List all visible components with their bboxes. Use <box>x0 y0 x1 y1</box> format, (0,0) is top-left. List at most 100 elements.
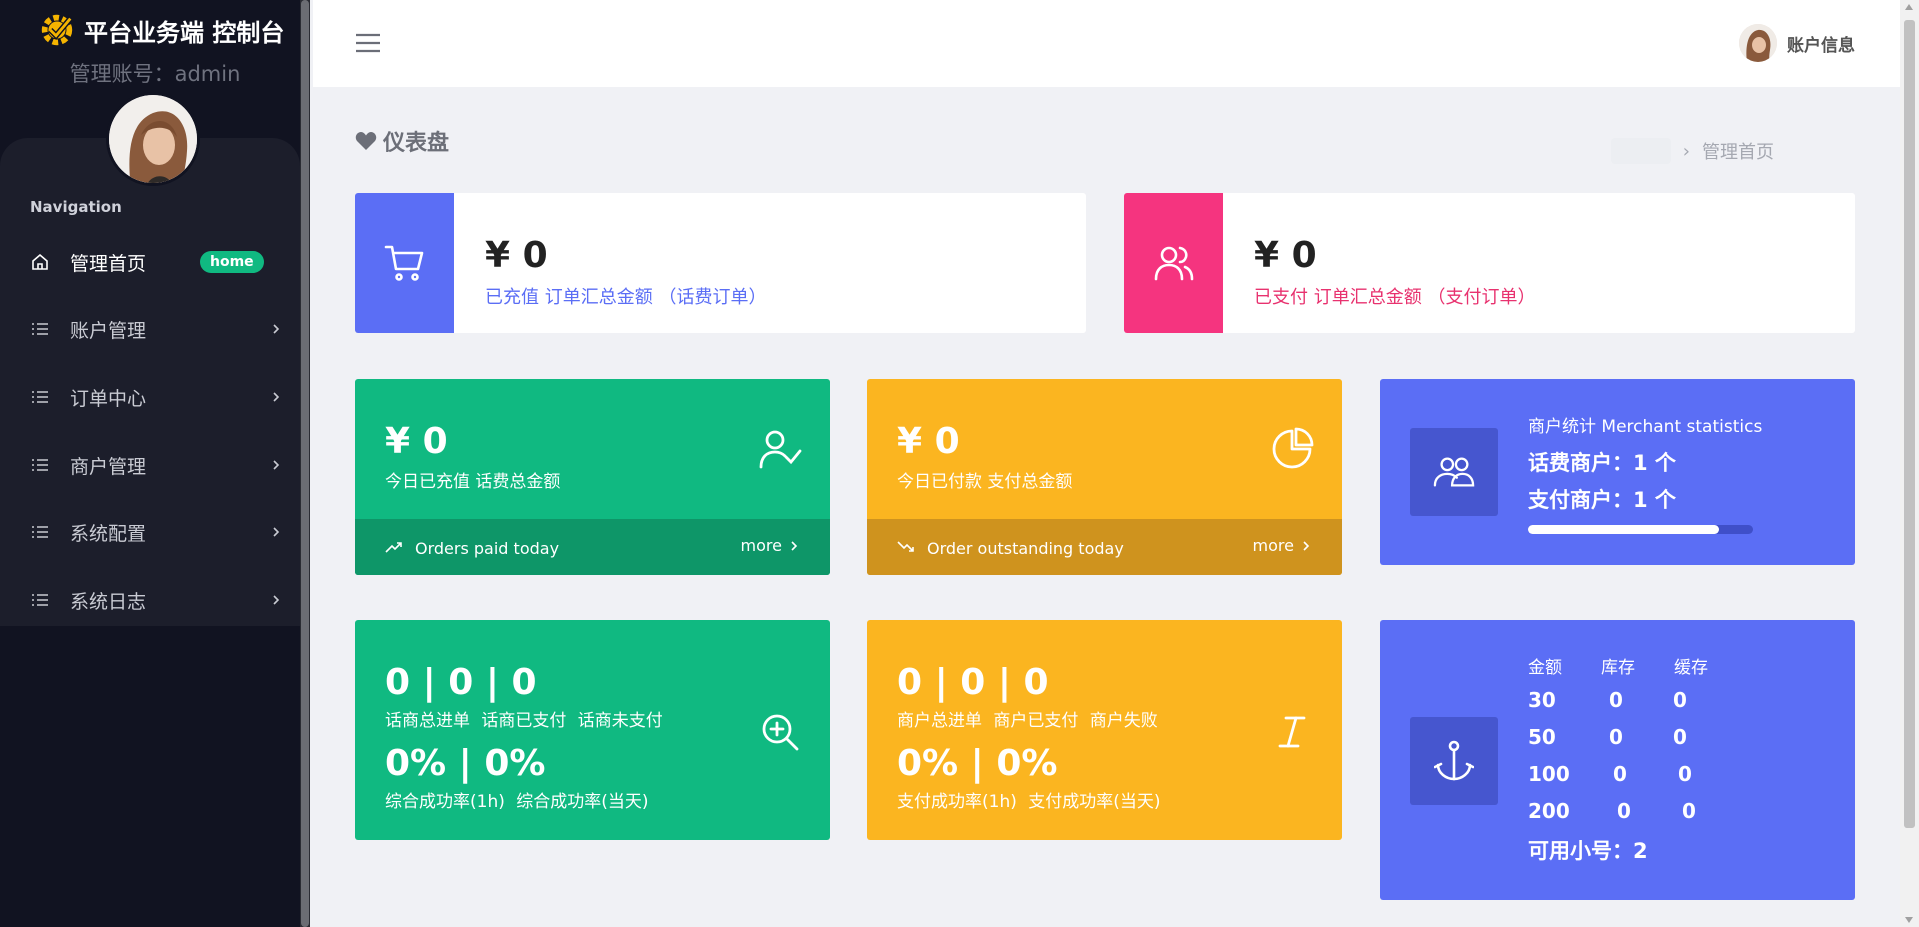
sidebar-item-orders[interactable]: 订单中心 <box>0 369 300 425</box>
inventory-cell: 0 <box>1617 799 1631 823</box>
admin-account: 管理账号：admin <box>0 58 310 88</box>
phone-merchants-count: 话费商户：1 个 <box>1528 451 1676 475</box>
sidebar: 平台业务端 控制台 管理账号：admin Navigation 管理首页 hom… <box>0 0 300 927</box>
pay-orders-counts-labels: 商户总进单 商户已支付 商户失败 <box>897 711 1158 731</box>
merchant-stats-title: 商户统计 Merchant statistics <box>1528 417 1763 437</box>
phone-orders-counts-labels: 话商总进单 话商已支付 话商未支付 <box>385 711 663 731</box>
chevron-right-icon <box>273 324 280 334</box>
inventory-cell: 0 <box>1678 762 1692 786</box>
today-recharged-amount: ¥ 0 <box>385 421 448 462</box>
list-icon <box>32 459 48 471</box>
users-icon <box>1433 457 1475 487</box>
recharged-summary-side <box>355 193 454 333</box>
paid-summary-card: ¥ 0 已支付 订单汇总金额 （支付订单） <box>1124 193 1855 333</box>
sidebar-item-label: 管理首页 <box>70 252 147 275</box>
phone-orders-rates: 0% | 0% <box>385 743 546 784</box>
today-recharged-sub: 今日已充值 话费总金额 <box>385 472 561 492</box>
home-badge: home <box>200 251 264 273</box>
scroll-down-arrow-icon[interactable] <box>1905 917 1913 923</box>
inventory-header-stock: 库存 <box>1601 658 1635 678</box>
inventory-cell: 0 <box>1673 725 1687 749</box>
paid-summary-side <box>1124 193 1223 333</box>
inventory-cell: 100 <box>1528 762 1570 786</box>
paid-summary-desc: 已支付 订单汇总金额 （支付订单） <box>1254 287 1536 308</box>
sidebar-item-dashboard[interactable]: 管理首页 home <box>0 234 300 290</box>
breadcrumb-current[interactable]: 管理首页 <box>1702 138 1774 164</box>
today-paid-card: ¥ 0 今日已付款 支付总金额 Order outstanding today … <box>867 379 1342 575</box>
sidebar-item-label: 订单中心 <box>70 387 147 410</box>
sidebar-item-label: 系统配置 <box>70 522 147 545</box>
sidebar-item-logs[interactable]: 系统日志 <box>0 572 300 628</box>
gear-check-logo-icon <box>41 14 73 46</box>
chevron-right-icon <box>1303 540 1310 551</box>
sidebar-item-config[interactable]: 系统配置 <box>0 504 300 560</box>
phone-orders-rates-labels: 综合成功率(1h) 综合成功率(当天) <box>385 792 649 812</box>
page-scrollbar[interactable] <box>1900 0 1919 927</box>
user-check-icon <box>759 430 802 469</box>
avatar-portrait-icon <box>1739 24 1777 62</box>
page-title-text: 仪表盘 <box>383 131 450 156</box>
nav-heading: Navigation <box>30 198 122 216</box>
today-paid-more-link[interactable]: more <box>1253 536 1310 555</box>
inventory-cell: 0 <box>1609 688 1623 712</box>
inventory-card: 金额 库存 缓存 30 0 0 50 0 0 100 0 0 200 0 0 可… <box>1380 620 1855 900</box>
pay-orders-rates: 0% | 0% <box>897 743 1058 784</box>
pay-orders-card: 0 | 0 | 0 商户总进单 商户已支付 商户失败 0% | 0% 支付成功率… <box>867 620 1342 840</box>
list-icon <box>32 391 48 403</box>
list-icon <box>32 323 48 335</box>
inventory-cell: 200 <box>1528 799 1570 823</box>
pay-orders-rates-labels: 支付成功率(1h) 支付成功率(当天) <box>897 792 1161 812</box>
chevron-right-icon <box>273 527 280 537</box>
merchant-stats-card: 商户统计 Merchant statistics 话费商户：1 个 支付商户：1… <box>1380 379 1855 565</box>
hamburger-menu-icon[interactable] <box>355 32 381 54</box>
merchant-progress-bar <box>1528 525 1753 534</box>
sidebar-item-accounts[interactable]: 账户管理 <box>0 301 300 357</box>
inventory-cell: 30 <box>1528 688 1556 712</box>
today-recharged-footer: Orders paid today more <box>355 519 830 575</box>
paid-summary-amount: ¥ 0 <box>1254 235 1317 276</box>
account-info-label: 账户信息 <box>1787 35 1855 56</box>
brand[interactable]: 平台业务端 控制台 <box>38 10 284 50</box>
sidebar-scrollbar[interactable] <box>300 0 310 927</box>
brand-title: 平台业务端 控制台 <box>84 18 285 47</box>
heart-icon <box>355 132 377 150</box>
trend-up-icon <box>385 542 402 553</box>
inventory-cell: 0 <box>1673 688 1687 712</box>
more-label: more <box>740 536 782 555</box>
chevron-right-icon <box>273 392 280 402</box>
inventory-cell: 0 <box>1609 725 1623 749</box>
today-paid-amount: ¥ 0 <box>897 421 960 462</box>
top-header: 账户信息 <box>313 0 1900 87</box>
admin-label: 管理账号： <box>69 62 175 86</box>
today-recharged-footer-text: Orders paid today <box>415 539 560 558</box>
users-icon <box>1154 246 1193 281</box>
inventory-header-amount: 金额 <box>1528 658 1562 678</box>
today-paid-footer: Order outstanding today more <box>867 519 1342 575</box>
chevron-right-icon <box>273 460 280 470</box>
merchant-progress-fill <box>1528 525 1720 534</box>
inventory-cell: 0 <box>1613 762 1627 786</box>
pie-chart-icon <box>1272 427 1314 469</box>
admin-avatar[interactable] <box>106 92 200 186</box>
trend-down-icon <box>897 541 914 552</box>
account-menu[interactable]: 账户信息 <box>1739 24 1855 62</box>
inventory-icon-box <box>1410 717 1498 805</box>
inventory-cell: 50 <box>1528 725 1556 749</box>
pay-merchants-count: 支付商户：1 个 <box>1528 488 1676 512</box>
home-icon <box>32 253 48 270</box>
phone-orders-card: 0 | 0 | 0 话商总进单 话商已支付 话商未支付 0% | 0% 综合成功… <box>355 620 830 840</box>
more-label: more <box>1252 536 1294 555</box>
anchor-icon <box>1434 740 1474 781</box>
nav-panel: Navigation 管理首页 home 账户管理 订单中心 商户管理 系统配置 <box>0 138 300 626</box>
page-scroll-thumb[interactable] <box>1904 20 1915 828</box>
today-paid-sub: 今日已付款 支付总金额 <box>897 472 1073 492</box>
sidebar-item-label: 账户管理 <box>70 319 147 342</box>
sidebar-scroll-thumb[interactable] <box>301 0 309 927</box>
breadcrumb: › 管理首页 <box>1610 138 1774 164</box>
scroll-up-arrow-icon[interactable] <box>1905 4 1913 10</box>
recharged-summary-card: ¥ 0 已充值 订单汇总金额 （话费订单） <box>355 193 1086 333</box>
recharged-summary-amount: ¥ 0 <box>485 235 548 276</box>
sidebar-item-merchants[interactable]: 商户管理 <box>0 437 300 493</box>
today-recharged-more-link[interactable]: more <box>741 536 798 555</box>
zoom-in-icon[interactable] <box>760 712 800 752</box>
